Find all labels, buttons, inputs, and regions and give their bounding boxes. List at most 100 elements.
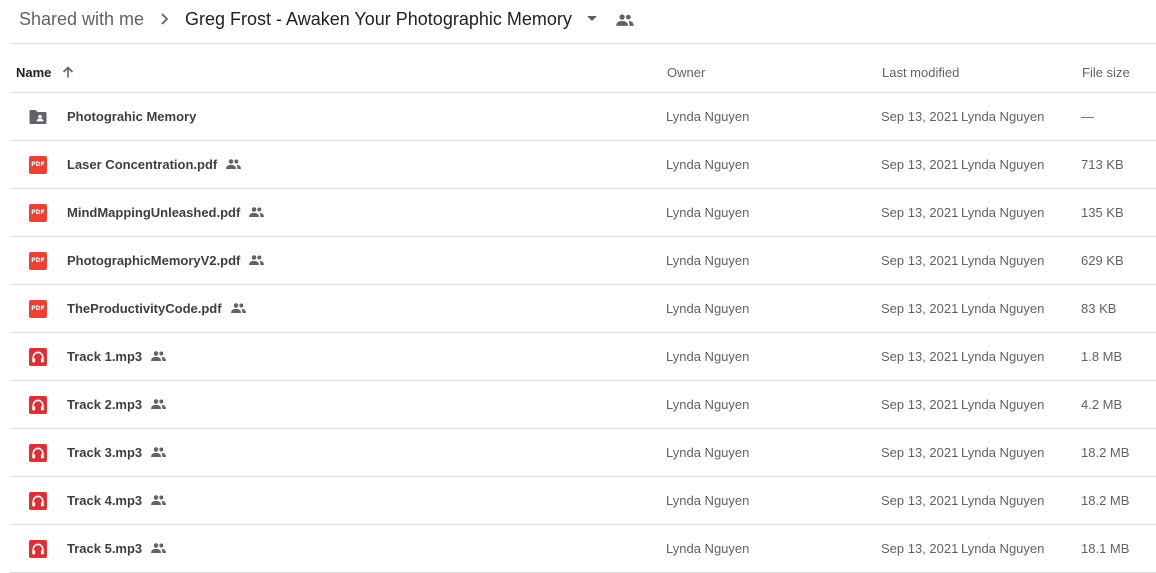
file-modified-by: Lynda Nguyen	[961, 301, 1045, 316]
file-row[interactable]: Track 5.mp3 Lynda Nguyen Sep 13, 2021 Lynd…	[10, 525, 1156, 573]
file-owner: Lynda Nguyen	[666, 349, 750, 364]
chevron-right-icon	[161, 13, 169, 25]
file-name-text: Track 4.mp3	[67, 493, 143, 508]
file-name-text: MindMappingUnleashed.pdf	[67, 205, 241, 220]
file-size: 629 KB	[1081, 253, 1124, 268]
file-name[interactable]: TheProductivityCode.pdf	[67, 285, 247, 333]
file-name[interactable]: Track 4.mp3	[67, 477, 167, 525]
file-modified-date: Sep 13, 2021	[881, 445, 959, 460]
file-modified-by: Lynda Nguyen	[961, 253, 1045, 268]
file-owner: Lynda Nguyen	[666, 157, 750, 172]
file-name-text: Track 2.mp3	[67, 397, 143, 412]
file-size: 135 KB	[1081, 205, 1124, 220]
file-modified-date: Sep 13, 2021	[881, 205, 959, 220]
file-owner: Lynda Nguyen	[666, 301, 750, 316]
column-header-last-modified[interactable]: Last modified	[882, 44, 959, 92]
file-name-text: Photograhic Memory	[67, 109, 197, 124]
file-name-text: Track 3.mp3	[67, 445, 143, 460]
file-name-text: TheProductivityCode.pdf	[67, 301, 222, 316]
shared-folder-icon	[29, 110, 47, 124]
file-modified-date: Sep 13, 2021	[881, 541, 959, 556]
column-header-owner: Owner	[667, 65, 706, 80]
breadcrumb-current-folder[interactable]: Greg Frost - Awaken Your Photographic Me…	[185, 8, 572, 30]
file-modified-date: Sep 13, 2021	[881, 493, 959, 508]
arrow-upward-icon[interactable]	[61, 65, 75, 79]
shared-people-icon	[151, 543, 167, 553]
file-modified-date: Sep 13, 2021	[881, 301, 959, 316]
file-name[interactable]: MindMappingUnleashed.pdf	[67, 189, 265, 237]
file-owner: Lynda Nguyen	[666, 493, 750, 508]
pdf-icon: PDF	[29, 204, 47, 222]
file-row[interactable]: Photograhic Memory Lynda Nguyen Sep 13, 20…	[10, 93, 1156, 141]
shared-people-icon	[230, 303, 246, 313]
file-modified-date: Sep 13, 2021	[881, 109, 959, 124]
breadcrumb-shared-with-me[interactable]: Shared with me	[19, 8, 144, 30]
audio-file-icon	[29, 540, 47, 558]
file-modified-by: Lynda Nguyen	[961, 397, 1045, 412]
file-size: 1.8 MB	[1081, 349, 1123, 364]
file-owner: Lynda Nguyen	[666, 109, 750, 124]
file-owner: Lynda Nguyen	[666, 397, 750, 412]
file-name[interactable]: Photograhic Memory	[67, 93, 196, 141]
file-size: 83 KB	[1081, 301, 1117, 316]
audio-file-icon	[29, 492, 47, 510]
file-modified-date: Sep 13, 2021	[881, 349, 959, 364]
file-modified-by: Lynda Nguyen	[961, 493, 1045, 508]
file-owner: Lynda Nguyen	[666, 205, 750, 220]
file-owner: Lynda Nguyen	[666, 253, 750, 268]
file-list: Photograhic Memory Lynda Nguyen Sep 13, 20…	[10, 93, 1156, 573]
audio-file-icon	[29, 396, 47, 414]
file-name[interactable]: Track 5.mp3	[67, 525, 167, 573]
file-row[interactable]: PDF PhotographicMemoryV2.pdf Lynda Nguyen…	[10, 237, 1156, 285]
file-name[interactable]: Laser Concentration.pdf	[67, 141, 242, 189]
audio-file-icon	[29, 444, 47, 462]
shared-people-icon	[226, 159, 242, 169]
pdf-icon: PDF	[29, 156, 47, 174]
shared-people-icon	[151, 399, 167, 409]
file-row[interactable]: Track 2.mp3 Lynda Nguyen Sep 13, 2021 Lynd…	[10, 381, 1156, 429]
file-name[interactable]: Track 1.mp3	[67, 333, 167, 381]
shared-people-icon	[151, 447, 167, 457]
file-size: —	[1081, 109, 1094, 124]
file-row[interactable]: Track 3.mp3 Lynda Nguyen Sep 13, 2021 Lynd…	[10, 429, 1156, 477]
shared-people-icon	[249, 255, 265, 265]
file-owner: Lynda Nguyen	[666, 445, 750, 460]
shared-people-icon	[249, 207, 265, 217]
file-modified-date: Sep 13, 2021	[881, 253, 959, 268]
column-header-name[interactable]: Name	[16, 44, 51, 92]
file-modified-by: Lynda Nguyen	[961, 109, 1045, 124]
file-row[interactable]: PDF Laser Concentration.pdf Lynda Nguyen S…	[10, 141, 1156, 189]
people-icon	[616, 14, 634, 26]
arrow-drop-down-icon[interactable]	[584, 12, 600, 26]
file-modified-by: Lynda Nguyen	[961, 541, 1045, 556]
file-list-header: Name Owner Last modified File size	[10, 44, 1156, 93]
file-modified-by: Lynda Nguyen	[961, 349, 1045, 364]
file-size: 18.1 MB	[1081, 541, 1130, 556]
file-row[interactable]: Track 4.mp3 Lynda Nguyen Sep 13, 2021 Lynd…	[10, 477, 1156, 525]
file-modified-by: Lynda Nguyen	[961, 205, 1045, 220]
file-name[interactable]: Track 3.mp3	[67, 429, 167, 477]
file-name[interactable]: Track 2.mp3	[67, 381, 167, 429]
file-modified-by: Lynda Nguyen	[961, 445, 1045, 460]
file-size: 18.2 MB	[1081, 493, 1130, 508]
file-size: 18.2 MB	[1081, 445, 1130, 460]
file-modified-by: Lynda Nguyen	[961, 157, 1045, 172]
file-name[interactable]: PhotographicMemoryV2.pdf	[67, 237, 265, 285]
file-owner: Lynda Nguyen	[666, 541, 750, 556]
shared-people-icon	[151, 351, 167, 361]
file-row[interactable]: PDF MindMappingUnleashed.pdf Lynda Nguyen…	[10, 189, 1156, 237]
pdf-icon: PDF	[29, 300, 47, 318]
shared-people-icon	[151, 495, 167, 505]
file-size: 4.2 MB	[1081, 397, 1123, 412]
file-modified-date: Sep 13, 2021	[881, 157, 959, 172]
file-name-text: Laser Concentration.pdf	[67, 157, 218, 172]
column-header-file-size: File size	[1082, 65, 1130, 80]
audio-file-icon	[29, 348, 47, 366]
file-size: 713 KB	[1081, 157, 1124, 172]
file-row[interactable]: Track 1.mp3 Lynda Nguyen Sep 13, 2021 Lynd…	[10, 333, 1156, 381]
file-modified-date: Sep 13, 2021	[881, 397, 959, 412]
file-name-text: PhotographicMemoryV2.pdf	[67, 253, 241, 268]
file-name-text: Track 5.mp3	[67, 541, 143, 556]
pdf-icon: PDF	[29, 252, 47, 270]
file-row[interactable]: PDF TheProductivityCode.pdf Lynda Nguyen S…	[10, 285, 1156, 333]
